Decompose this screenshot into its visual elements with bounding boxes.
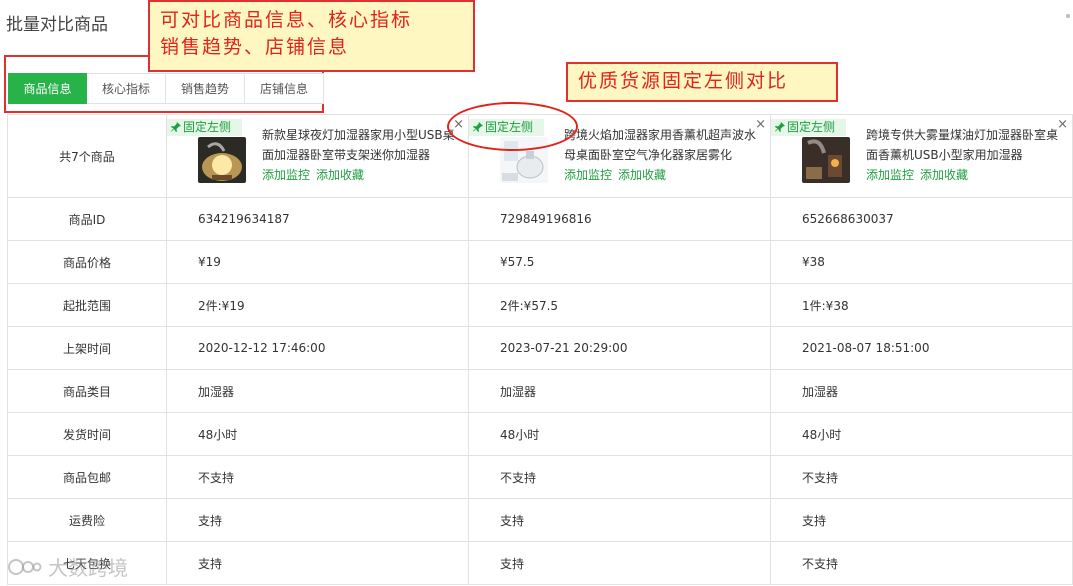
row-value: 729849196816 bbox=[469, 198, 771, 241]
product-count: 共7个商品 bbox=[8, 115, 167, 198]
row-value: 1件:¥38 bbox=[771, 284, 1073, 327]
row-value: 加湿器 bbox=[771, 370, 1073, 413]
row-value: 634219634187 bbox=[167, 198, 469, 241]
table-row: 运费险 支持 支持 支持 bbox=[8, 499, 1073, 542]
pin-left-button[interactable]: 固定左侧 bbox=[771, 119, 846, 136]
tab-product-info[interactable]: 商品信息 bbox=[8, 73, 87, 104]
row-value: 2件:¥19 bbox=[167, 284, 469, 327]
compare-table: 共7个商品 固定左侧 × 新款星球夜灯加湿器家用小型USB桌面加湿器卧室带支架迷… bbox=[7, 114, 1073, 585]
table-row: 商品包邮 不支持 不支持 不支持 bbox=[8, 456, 1073, 499]
feature-callout-line1: 可对比商品信息、核心指标 bbox=[160, 9, 413, 31]
row-value: ¥38 bbox=[771, 241, 1073, 284]
row-value: 支持 bbox=[771, 499, 1073, 542]
row-value: 2件:¥57.5 bbox=[469, 284, 771, 327]
pin-highlight-ellipse bbox=[447, 102, 578, 151]
pin-icon bbox=[171, 122, 181, 132]
watermark-logo-icon bbox=[8, 558, 42, 575]
row-label: 上架时间 bbox=[8, 327, 167, 370]
add-monitor-link[interactable]: 添加监控 bbox=[262, 168, 310, 182]
table-row: 发货时间 48小时 48小时 48小时 bbox=[8, 413, 1073, 456]
row-value: 支持 bbox=[469, 499, 771, 542]
add-monitor-link[interactable]: 添加监控 bbox=[866, 168, 914, 182]
row-value: 48小时 bbox=[771, 413, 1073, 456]
add-monitor-link[interactable]: 添加监控 bbox=[564, 168, 612, 182]
row-value: 2021-08-07 18:51:00 bbox=[771, 327, 1073, 370]
row-value: 不支持 bbox=[167, 456, 469, 499]
product-card: 固定左侧 × 新款星球夜灯加湿器家用小型USB桌面加湿器卧室带支架迷你加湿器 添… bbox=[167, 115, 469, 198]
page-title: 批量对比商品 bbox=[6, 15, 108, 35]
product-thumbnail[interactable] bbox=[802, 137, 850, 183]
add-favorite-link[interactable]: 添加收藏 bbox=[618, 168, 666, 182]
row-value: 支持 bbox=[167, 542, 469, 585]
row-value: 不支持 bbox=[771, 542, 1073, 585]
feature-callout: 可对比商品信息、核心指标 销售趋势、店铺信息 bbox=[148, 0, 475, 72]
scroll-indicator bbox=[1066, 14, 1070, 18]
watermark: 大数跨境 bbox=[8, 552, 128, 581]
pin-label: 固定左侧 bbox=[787, 120, 836, 134]
row-label: 商品包邮 bbox=[8, 456, 167, 499]
pin-left-button[interactable]: 固定左侧 bbox=[167, 119, 242, 136]
tab-core-metrics[interactable]: 核心指标 bbox=[87, 73, 166, 104]
add-favorite-link[interactable]: 添加收藏 bbox=[920, 168, 968, 182]
row-value: 48小时 bbox=[469, 413, 771, 456]
row-label: 运费险 bbox=[8, 499, 167, 542]
product-title[interactable]: 新款星球夜灯加湿器家用小型USB桌面加湿器卧室带支架迷你加湿器 bbox=[262, 125, 462, 165]
table-row: 商品价格 ¥19 ¥57.5 ¥38 bbox=[8, 241, 1073, 284]
row-value: 不支持 bbox=[469, 456, 771, 499]
row-value: 不支持 bbox=[771, 456, 1073, 499]
feature-callout-line2: 销售趋势、店铺信息 bbox=[160, 36, 350, 58]
row-value: 支持 bbox=[167, 499, 469, 542]
table-row: 商品ID 634219634187 729849196816 652668630… bbox=[8, 198, 1073, 241]
table-row: 上架时间 2020-12-12 17:46:00 2023-07-21 20:2… bbox=[8, 327, 1073, 370]
add-favorite-link[interactable]: 添加收藏 bbox=[316, 168, 364, 182]
row-value: 加湿器 bbox=[167, 370, 469, 413]
row-label: 起批范围 bbox=[8, 284, 167, 327]
row-value: ¥57.5 bbox=[469, 241, 771, 284]
product-title[interactable]: 跨境火焰加湿器家用香薰机超声波水母桌面卧室空气净化器家居雾化 bbox=[564, 125, 764, 165]
product-title[interactable]: 跨境专供大雾量煤油灯加湿器卧室桌面香薰机USB小型家用加湿器 bbox=[866, 125, 1066, 165]
product-card: 固定左侧 × 跨境专供大雾量煤油灯加湿器卧室桌面香薰机USB小型家用加湿器 添加… bbox=[771, 115, 1073, 198]
row-value: ¥19 bbox=[167, 241, 469, 284]
table-row: 起批范围 2件:¥19 2件:¥57.5 1件:¥38 bbox=[8, 284, 1073, 327]
row-label: 商品价格 bbox=[8, 241, 167, 284]
pin-callout: 优质货源固定左侧对比 bbox=[566, 62, 838, 102]
watermark-text: 大数跨境 bbox=[48, 556, 128, 580]
product-thumbnail[interactable] bbox=[198, 137, 246, 183]
row-value: 2020-12-12 17:46:00 bbox=[167, 327, 469, 370]
row-value: 652668630037 bbox=[771, 198, 1073, 241]
row-label: 商品类目 bbox=[8, 370, 167, 413]
tab-bar: 商品信息 核心指标 销售趋势 店铺信息 bbox=[8, 73, 324, 104]
tab-shop-info[interactable]: 店铺信息 bbox=[245, 73, 324, 104]
row-label: 发货时间 bbox=[8, 413, 167, 456]
row-label: 商品ID bbox=[8, 198, 167, 241]
row-value: 支持 bbox=[469, 542, 771, 585]
row-value: 加湿器 bbox=[469, 370, 771, 413]
table-row: 商品类目 加湿器 加湿器 加湿器 bbox=[8, 370, 1073, 413]
pin-label: 固定左侧 bbox=[183, 120, 232, 134]
row-value: 2023-07-21 20:29:00 bbox=[469, 327, 771, 370]
row-value: 48小时 bbox=[167, 413, 469, 456]
table-row: 七天包换 支持 支持 不支持 bbox=[8, 542, 1073, 585]
tab-sales-trend[interactable]: 销售趋势 bbox=[166, 73, 245, 104]
pin-icon bbox=[775, 122, 785, 132]
